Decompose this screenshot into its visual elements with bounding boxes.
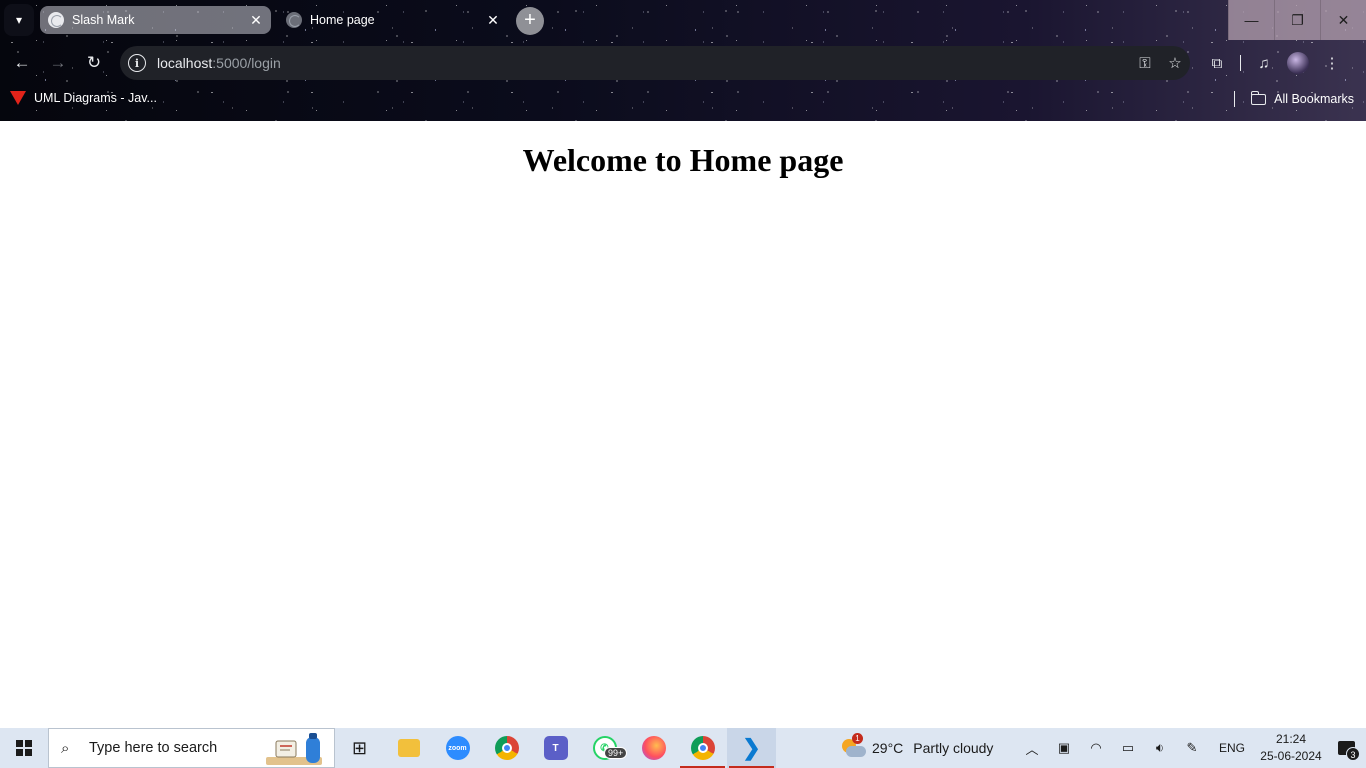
key-icon[interactable]: ⚿	[1130, 49, 1160, 77]
weather-temp: 29°C	[872, 740, 904, 756]
pen-icon[interactable]: ✎	[1176, 728, 1208, 768]
kebab-menu-icon[interactable]: ⋮	[1315, 49, 1349, 77]
page-viewport: Welcome to Home page	[0, 121, 1366, 728]
chrome-icon	[494, 736, 519, 760]
star-icon[interactable]: ☆	[1160, 49, 1190, 77]
reload-icon: ↻	[86, 53, 102, 72]
tab-title: Home page	[310, 13, 375, 27]
close-icon[interactable]: ✕	[484, 11, 502, 29]
globe-icon	[286, 12, 302, 28]
meet-now-icon[interactable]: ▣	[1048, 728, 1080, 768]
toolbar-divider	[1240, 55, 1241, 71]
all-bookmarks[interactable]: All Bookmarks	[1234, 90, 1354, 107]
arrow-left-icon: ←	[13, 53, 31, 72]
tab-slash-mark[interactable]: Slash Mark ✕	[40, 6, 271, 34]
url-host: localhost	[157, 55, 213, 71]
bookmarks-bar: UML Diagrams - Jav... All Bookmarks	[0, 85, 1366, 115]
battery-icon[interactable]: ▭	[1112, 728, 1144, 768]
puzzle-icon[interactable]: ⧉	[1200, 49, 1234, 77]
teams-icon: T	[543, 736, 568, 760]
vertabelo-icon	[10, 91, 26, 105]
bookmark-uml-diagrams[interactable]: UML Diagrams - Jav...	[10, 91, 157, 105]
search-placeholder: Type here to search	[89, 740, 218, 756]
firefox-button[interactable]	[629, 728, 678, 768]
weather-widget[interactable]: 1 29°C Partly cloudy	[840, 733, 994, 759]
avatar	[1287, 52, 1309, 74]
notification-count: 3	[1346, 747, 1360, 761]
close-icon[interactable]: ✕	[247, 11, 265, 29]
vscode-icon: ❯	[742, 735, 761, 760]
clock-date: 25-06-2024	[1260, 749, 1322, 763]
teams-button[interactable]: T	[531, 728, 580, 768]
close-window-button[interactable]: ✕	[1320, 0, 1366, 40]
vscode-button[interactable]: ❯	[727, 728, 776, 768]
partly-cloudy-icon: 1	[840, 733, 866, 759]
url-path: :5000/login	[212, 55, 281, 71]
back-button[interactable]: ←	[8, 49, 36, 77]
volume-icon[interactable]: 🔉︎	[1144, 728, 1176, 768]
chevron-up-icon[interactable]: ︿	[1016, 728, 1048, 768]
chevron-down-icon[interactable]: ▾	[4, 4, 34, 36]
wifi-icon[interactable]: ◠	[1080, 728, 1112, 768]
firefox-icon	[641, 736, 666, 760]
file-explorer-button[interactable]	[384, 728, 433, 768]
whatsapp-badge: 99+	[604, 747, 628, 759]
address-bar[interactable]: i localhost:5000/login ⚿ ☆	[120, 46, 1190, 80]
bookmark-label: UML Diagrams - Jav...	[34, 91, 157, 105]
restore-button[interactable]: ❐	[1274, 0, 1320, 40]
minimize-button[interactable]: —	[1228, 0, 1274, 40]
arrow-right-icon: →	[49, 53, 67, 72]
system-tray: ︿ ▣ ◠ ▭ 🔉︎ ✎ ENG 21:24 25-06-2024 3	[1016, 728, 1366, 768]
windows-icon	[16, 740, 32, 756]
chrome-icon	[690, 736, 715, 760]
taskbar: ⌕ Type here to search ⊞ zoom T ✆ 99+ ❯ 1…	[0, 728, 1366, 768]
zoom-icon: zoom	[445, 736, 470, 760]
toolbar-actions: ⧉ ♫ ⋮	[1200, 49, 1349, 77]
tab-title: Slash Mark	[72, 13, 135, 27]
folder-icon	[397, 739, 420, 757]
browser-chrome: ▾ Slash Mark ✕ Home page ✕ + — ❐ ✕ ← → ↻	[0, 0, 1366, 121]
weather-condition: Partly cloudy	[913, 740, 994, 756]
search-icon: ⌕	[61, 739, 70, 757]
forward-button[interactable]: →	[44, 49, 72, 77]
notification-center-button[interactable]: 3	[1326, 728, 1366, 768]
bookmarks-divider	[1234, 91, 1236, 107]
globe-icon	[48, 12, 64, 28]
all-bookmarks-label: All Bookmarks	[1274, 92, 1354, 106]
media-control-icon[interactable]: ♫	[1247, 49, 1281, 77]
clock[interactable]: 21:24 25-06-2024	[1256, 731, 1326, 765]
search-highlight-illustration	[266, 733, 322, 765]
weather-alert-badge: 1	[852, 733, 863, 744]
url-text[interactable]: localhost:5000/login	[157, 55, 1130, 71]
browser-toolbar: ← → ↻ i localhost:5000/login ⚿ ☆ ⧉ ♫ ⋮	[0, 41, 1366, 85]
profile-button[interactable]	[1281, 49, 1315, 77]
language-indicator[interactable]: ENG	[1216, 728, 1248, 768]
reload-button[interactable]: ↻	[80, 49, 108, 77]
clock-time: 21:24	[1275, 732, 1307, 746]
task-view-icon: ⊞	[351, 737, 368, 758]
new-tab-button[interactable]: +	[516, 7, 544, 35]
taskbar-search[interactable]: ⌕ Type here to search	[48, 728, 335, 768]
page-heading: Welcome to Home page	[522, 142, 844, 178]
folder-icon	[1250, 90, 1267, 105]
whatsapp-button[interactable]: ✆ 99+	[580, 728, 629, 768]
window-controls: — ❐ ✕	[1228, 0, 1366, 40]
tab-home-page[interactable]: Home page ✕	[278, 6, 508, 34]
start-button[interactable]	[0, 728, 48, 768]
chrome-profile-button[interactable]	[678, 728, 727, 768]
zoom-button[interactable]: zoom	[433, 728, 482, 768]
tab-strip: ▾ Slash Mark ✕ Home page ✕ + — ❐ ✕	[0, 0, 1366, 41]
task-view-button[interactable]: ⊞	[335, 728, 384, 768]
chrome-button[interactable]	[482, 728, 531, 768]
info-icon[interactable]: i	[128, 54, 146, 72]
